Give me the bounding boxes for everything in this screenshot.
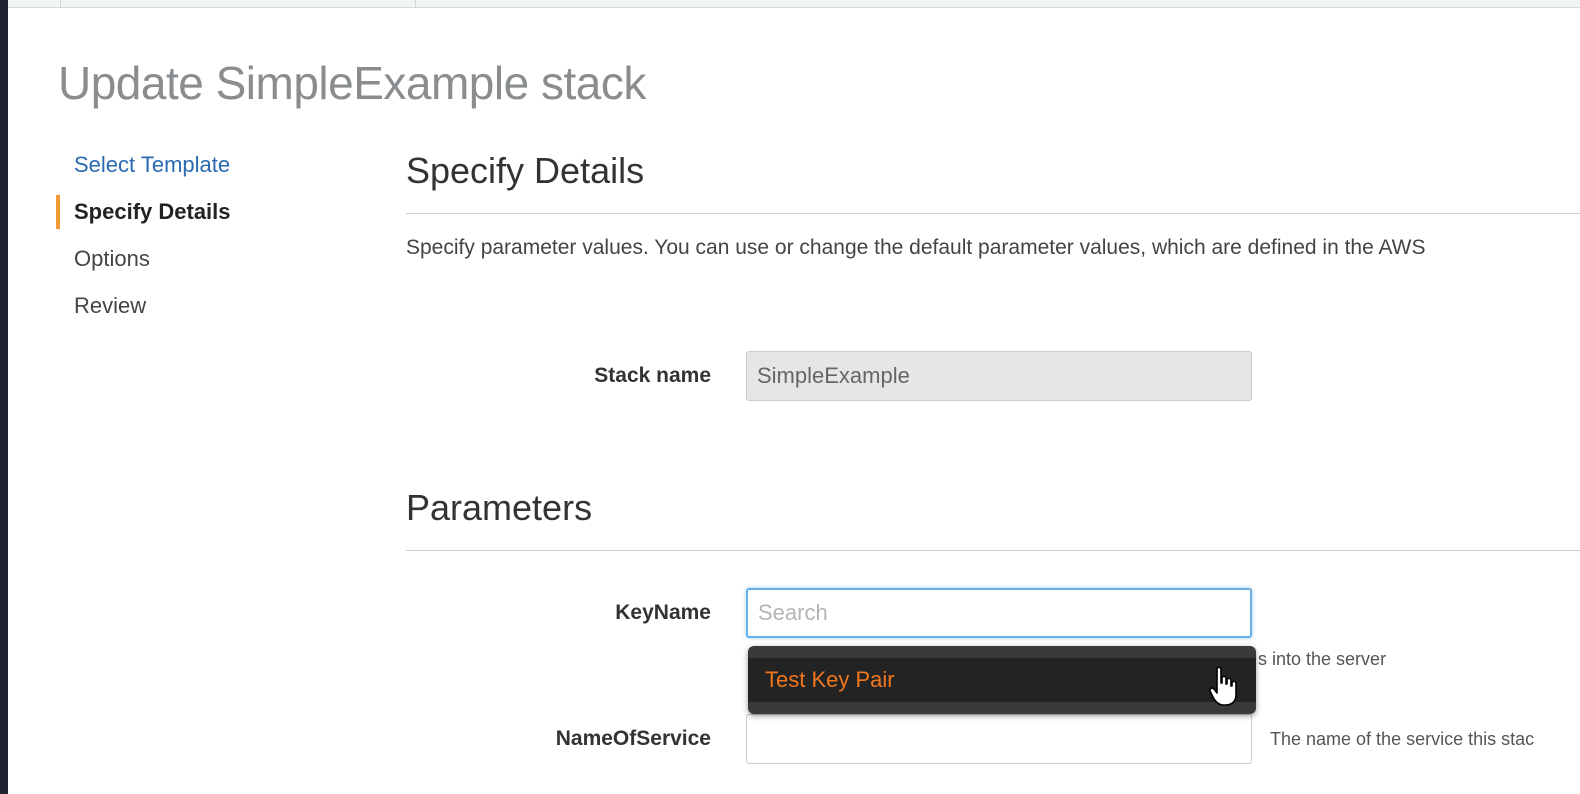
name-of-service-label: NameOfService	[555, 727, 711, 750]
active-step-indicator	[56, 195, 60, 229]
specify-details-heading: Specify Details	[406, 150, 645, 191]
hand-pointer-icon	[1209, 666, 1237, 706]
step-label: Select Template	[74, 152, 231, 177]
name-of-service-hint: The name of the service this stac	[1270, 729, 1535, 749]
step-label: Options	[74, 246, 150, 271]
keyname-hint: s into the server	[1258, 649, 1387, 669]
step-label: Review	[74, 293, 147, 318]
top-toolbar	[8, 0, 1580, 8]
toolbar-divider	[415, 0, 416, 7]
details-description: Specify parameter values. You can use or…	[406, 236, 1426, 259]
page-title: Update SimpleExample stack	[58, 57, 646, 109]
keyname-label: KeyName	[615, 601, 711, 624]
keyname-search-input[interactable]	[746, 588, 1252, 638]
parameters-heading: Parameters	[406, 487, 593, 528]
stack-name-input	[746, 351, 1252, 401]
dropdown-option-test-key-pair[interactable]: Test Key Pair	[748, 658, 1256, 702]
wizard-steps-nav: Select Template Specify Details Options …	[56, 148, 336, 336]
step-options: Options	[56, 242, 336, 289]
section-divider	[406, 550, 1580, 551]
name-of-service-input[interactable]	[746, 714, 1252, 764]
step-specify-details: Specify Details	[56, 195, 336, 242]
step-label: Specify Details	[74, 199, 231, 224]
keyname-dropdown: Test Key Pair	[748, 646, 1256, 714]
section-divider	[406, 213, 1580, 214]
step-select-template[interactable]: Select Template	[56, 148, 336, 195]
step-review: Review	[56, 289, 336, 336]
stack-name-label: Stack name	[594, 364, 711, 387]
toolbar-divider	[60, 0, 61, 7]
console-page: Update SimpleExample stack Select Templa…	[8, 0, 1580, 794]
